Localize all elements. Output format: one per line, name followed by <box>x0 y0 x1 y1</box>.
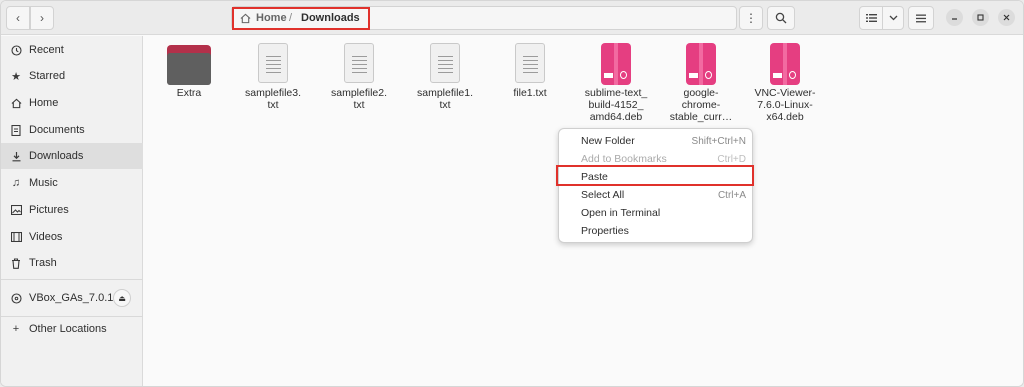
sidebar: Recent ★ Starred Home Documents Download… <box>1 36 143 386</box>
sidebar-divider <box>1 279 143 280</box>
chevron-left-icon: ‹ <box>16 11 20 25</box>
sidebar-item-label: Documents <box>29 124 85 136</box>
star-icon: ★ <box>11 70 21 83</box>
search-icon <box>775 12 787 24</box>
document-icon <box>10 124 22 136</box>
menu-item-properties[interactable]: Properties <box>559 222 754 240</box>
video-icon <box>10 231 22 243</box>
sidebar-item-label: Music <box>29 177 58 189</box>
close-icon <box>1003 14 1010 21</box>
sidebar-item-trash[interactable]: Trash <box>1 250 143 276</box>
close-button[interactable] <box>998 9 1015 26</box>
list-view-icon <box>865 14 877 22</box>
sidebar-item-music[interactable]: ♫ Music <box>1 170 143 196</box>
menu-item-open-in-terminal[interactable]: Open in Terminal <box>559 204 754 222</box>
file-manager-window: ‹ › Home / Downloads ⋮ Recent ★ Starred … <box>0 0 1024 387</box>
hamburger-icon <box>916 14 926 22</box>
trash-icon <box>10 257 22 269</box>
search-button[interactable] <box>767 6 795 30</box>
home-icon <box>10 97 22 109</box>
sidebar-item-label: Downloads <box>29 150 84 162</box>
file-item-file1[interactable]: file1.txt <box>490 41 570 99</box>
maximize-icon <box>977 14 984 21</box>
sidebar-item-home[interactable]: Home <box>1 90 143 116</box>
file-name: file1.txt <box>513 87 547 99</box>
menu-item-select-all[interactable]: Select All Ctrl+A <box>559 186 754 204</box>
file-name: VNC-Viewer- 7.6.0-Linux-x64.deb <box>754 87 816 123</box>
sidebar-item-label: Trash <box>29 257 57 269</box>
paste-highlight-box <box>556 165 754 186</box>
forward-button[interactable]: › <box>30 6 54 30</box>
file-name: sublime-text_ build-4152_ amd64.deb <box>584 87 648 123</box>
sidebar-item-pictures[interactable]: Pictures <box>1 197 143 223</box>
music-icon: ♫ <box>11 177 21 189</box>
path-highlight-box <box>232 7 370 30</box>
view-options-dropdown[interactable] <box>882 6 904 30</box>
file-item-google-chrome-deb[interactable]: google-chrome-stable_curr… <box>661 41 741 123</box>
eject-button[interactable]: ⏏ <box>113 289 131 307</box>
sidebar-item-label: Recent <box>29 44 64 56</box>
sidebar-item-label: Home <box>29 97 59 109</box>
file-item-samplefile2[interactable]: samplefile2. txt <box>319 41 399 111</box>
minimize-button[interactable] <box>946 9 963 26</box>
eject-icon: ⏏ <box>118 293 126 303</box>
chevron-right-icon: › <box>40 11 44 25</box>
file-name: google-chrome-stable_curr… <box>669 87 733 123</box>
location-menu-button[interactable]: ⋮ <box>739 6 763 30</box>
text-file-icon <box>337 41 381 85</box>
file-item-vnc-viewer-deb[interactable]: VNC-Viewer- 7.6.0-Linux-x64.deb <box>745 41 825 123</box>
sidebar-item-label: Pictures <box>29 204 69 216</box>
disc-icon <box>10 292 22 304</box>
plus-icon: + <box>12 323 20 335</box>
sidebar-item-starred[interactable]: ★ Starred <box>1 63 143 89</box>
file-name: Extra <box>176 87 202 99</box>
file-name: samplefile3. txt <box>244 87 302 111</box>
sidebar-item-recent[interactable]: Recent <box>1 37 143 63</box>
vertical-dots-icon: ⋮ <box>745 11 757 25</box>
clock-icon <box>10 44 22 56</box>
main-menu-button[interactable] <box>908 6 934 30</box>
sidebar-item-downloads[interactable]: Downloads <box>1 143 143 169</box>
sidebar-item-videos[interactable]: Videos <box>1 224 143 250</box>
download-icon <box>10 150 22 162</box>
file-item-sublime-text-deb[interactable]: sublime-text_ build-4152_ amd64.deb <box>576 41 656 123</box>
debian-package-icon <box>594 41 638 85</box>
text-file-icon <box>251 41 295 85</box>
text-file-icon <box>508 41 552 85</box>
path-bar[interactable]: Home / Downloads <box>231 6 737 30</box>
debian-package-icon <box>679 41 723 85</box>
sidebar-item-label: Starred <box>29 70 66 82</box>
file-item-samplefile3[interactable]: samplefile3. txt <box>233 41 313 111</box>
file-item-samplefile1[interactable]: samplefile1. txt <box>405 41 485 111</box>
chevron-down-icon <box>889 15 897 21</box>
picture-icon <box>10 204 22 216</box>
view-list-button[interactable] <box>859 6 883 30</box>
menu-item-new-folder[interactable]: New Folder Shift+Ctrl+N <box>559 132 754 150</box>
sidebar-item-label: VBox_GAs_7.0.10 <box>29 292 120 304</box>
sidebar-item-label: Videos <box>29 231 63 243</box>
sidebar-item-other-locations[interactable]: + Other Locations <box>1 316 143 342</box>
debian-package-icon <box>763 41 807 85</box>
minimize-icon <box>952 18 957 20</box>
maximize-button[interactable] <box>972 9 989 26</box>
sidebar-item-drive[interactable]: VBox_GAs_7.0.10 ⏏ <box>1 285 143 311</box>
file-name: samplefile1. txt <box>416 87 474 111</box>
header-bar: ‹ › Home / Downloads ⋮ <box>1 1 1023 35</box>
folder-icon <box>167 41 211 85</box>
text-file-icon <box>423 41 467 85</box>
sidebar-item-label: Other Locations <box>29 323 107 335</box>
file-item-extra[interactable]: Extra <box>149 41 229 99</box>
file-name: samplefile2. txt <box>330 87 388 111</box>
sidebar-item-documents[interactable]: Documents <box>1 117 143 143</box>
back-button[interactable]: ‹ <box>6 6 30 30</box>
